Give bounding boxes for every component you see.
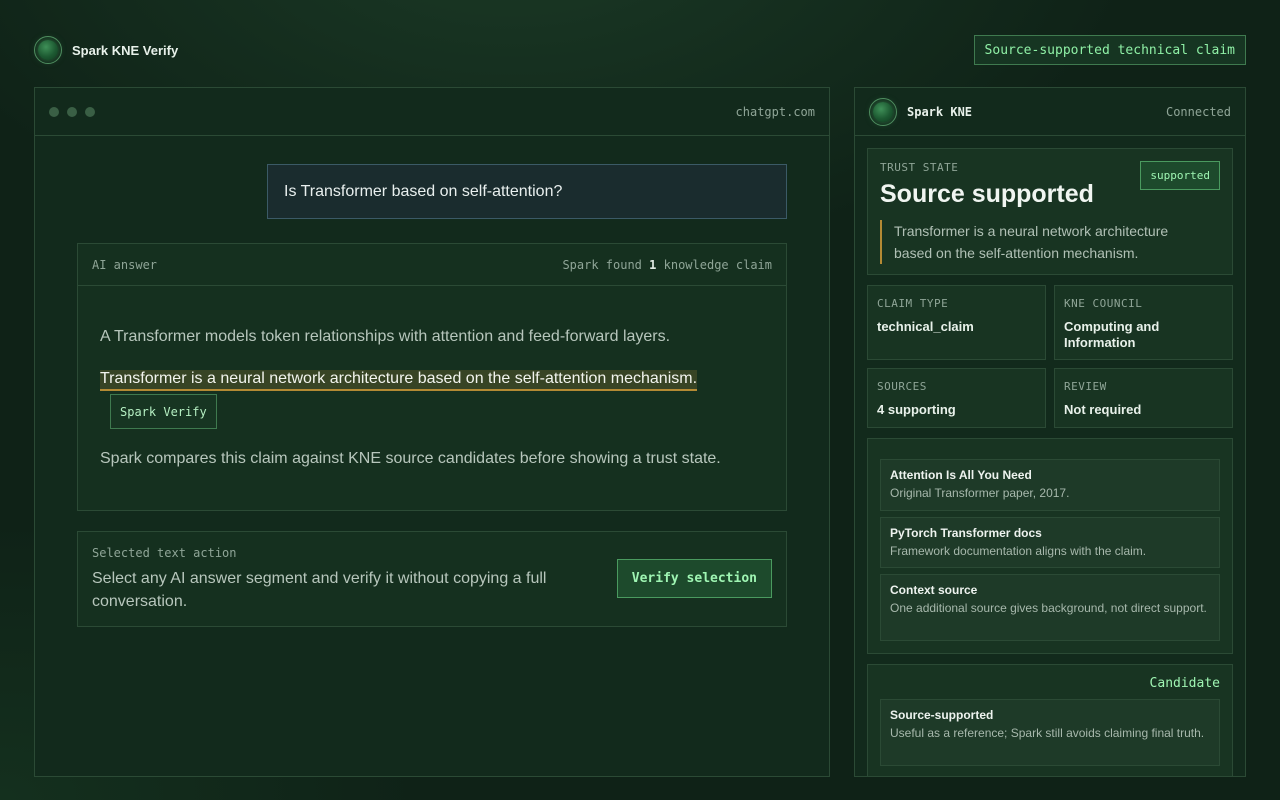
- source-item[interactable]: PyTorch Transformer docs Framework docum…: [880, 517, 1220, 568]
- claim-status-badge: Source-supported technical claim: [973, 35, 1246, 65]
- source-description: One additional source gives background, …: [890, 601, 1207, 615]
- highlighted-claim[interactable]: Transformer is a neural network architec…: [100, 370, 698, 391]
- meta-label: CLAIM TYPE: [877, 297, 949, 310]
- panel-title: Spark KNE: [907, 104, 973, 119]
- connection-status: Connected: [1165, 104, 1231, 119]
- candidate-title: Source-supported: [890, 708, 994, 722]
- spark-verify-button[interactable]: Spark Verify: [110, 394, 217, 429]
- user-question-bubble: Is Transformer based on self-attention?: [267, 164, 787, 219]
- meta-label: REVIEW: [1064, 380, 1107, 393]
- window-dot-icon[interactable]: [49, 106, 59, 117]
- trust-state-card: TRUST STATE Source supported supported T…: [867, 148, 1233, 275]
- spark-orb-icon: [34, 36, 62, 64]
- source-item[interactable]: Attention Is All You Need Original Trans…: [880, 459, 1220, 511]
- sources-count-card: SOURCES 4 supporting: [867, 368, 1046, 428]
- answer-paragraph: Spark compares this claim against KNE so…: [100, 450, 721, 467]
- claims-found-suffix: knowledge claim: [663, 257, 772, 272]
- source-title: PyTorch Transformer docs: [890, 526, 1042, 540]
- window-dot-icon[interactable]: [85, 106, 95, 117]
- meta-value: technical_claim: [877, 319, 974, 334]
- window-dot-icon[interactable]: [67, 106, 77, 117]
- review-card: REVIEW Not required: [1054, 368, 1233, 428]
- source-description: Framework documentation aligns with the …: [890, 544, 1147, 558]
- verify-selection-button[interactable]: Verify selection: [616, 559, 772, 598]
- claim-type-card: CLAIM TYPE technical_claim: [867, 285, 1046, 360]
- claims-found-count: 1: [649, 257, 657, 272]
- panel-header: Spark KNE Connected: [855, 88, 1245, 136]
- selected-text-action-card: Selected text action Select any AI answe…: [77, 531, 787, 627]
- trust-state-label: TRUST STATE: [880, 161, 959, 174]
- candidate-description: Useful as a reference; Spark still avoid…: [890, 726, 1205, 740]
- meta-label: SOURCES: [877, 380, 927, 393]
- supported-badge: supported: [1140, 161, 1220, 190]
- claims-found-text: Spark found 1 knowledge claim: [562, 258, 772, 272]
- candidate-item[interactable]: Source-supported Useful as a reference; …: [880, 699, 1220, 766]
- spark-orb-icon: [869, 97, 897, 126]
- selected-text-label: Selected text action: [92, 546, 237, 560]
- answer-paragraph: A Transformer models token relationships…: [100, 328, 671, 345]
- candidate-card: Candidate Source-supported Useful as a r…: [867, 664, 1233, 776]
- source-description: Original Transformer paper, 2017.: [890, 486, 1070, 500]
- answer-header: AI answer Spark found 1 knowledge claim: [78, 244, 786, 286]
- kne-council-card: KNE COUNCIL Computing and Information: [1054, 285, 1233, 360]
- spark-kne-panel: Spark KNE Connected TRUST STATE Source s…: [854, 87, 1246, 777]
- window-controls: [49, 106, 95, 117]
- sources-list: Attention Is All You Need Original Trans…: [867, 438, 1233, 654]
- candidate-label: Candidate: [1149, 676, 1220, 691]
- meta-value: Not required: [1064, 402, 1142, 417]
- source-item[interactable]: Context source One additional source giv…: [880, 574, 1220, 641]
- address-url[interactable]: chatgpt.com: [736, 105, 815, 119]
- app-title: Spark KNE Verify: [72, 42, 179, 58]
- meta-value: 4 supporting: [877, 402, 956, 417]
- claim-quote: Transformer is a neural network architec…: [880, 220, 1210, 264]
- browser-window: chatgpt.com Is Transformer based on self…: [34, 87, 830, 777]
- source-title: Attention Is All You Need: [890, 468, 1032, 482]
- answer-label: AI answer: [92, 257, 158, 272]
- meta-value: Computing and Information: [1064, 319, 1160, 350]
- browser-toolbar: chatgpt.com: [35, 88, 829, 136]
- trust-state-title: Source supported: [880, 180, 1094, 208]
- panel-brand: Spark KNE: [869, 97, 973, 126]
- claims-found-prefix: Spark found: [562, 257, 642, 272]
- ai-answer-card: AI answer Spark found 1 knowledge claim …: [77, 243, 787, 511]
- app-brand: Spark KNE Verify: [34, 35, 178, 65]
- meta-label: KNE COUNCIL: [1064, 297, 1143, 310]
- selected-text-description: Select any AI answer segment and verify …: [92, 570, 547, 610]
- source-title: Context source: [890, 583, 978, 597]
